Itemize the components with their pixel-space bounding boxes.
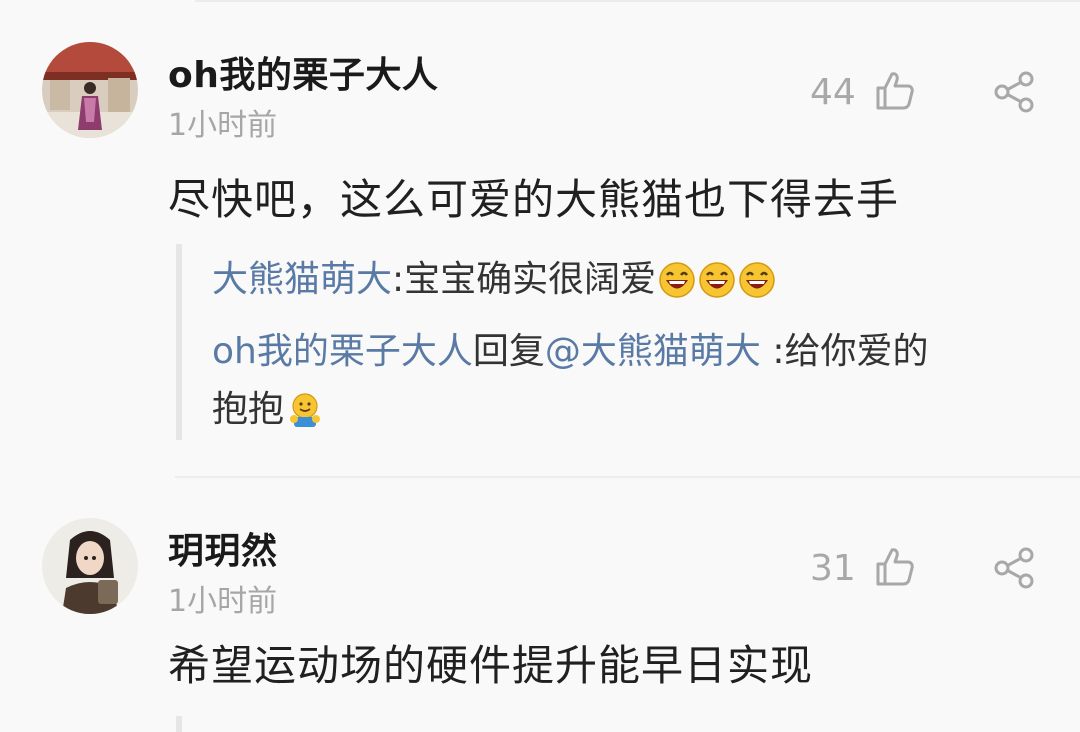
comment-item: oh我的栗子大人 1小时前 44 尽快吧，这么可爱的大熊猫也下得去手 大熊猫萌大… bbox=[0, 0, 1080, 478]
reply-item[interactable]: 大熊猫萌大:宝宝确实很阔爱 bbox=[212, 250, 776, 310]
reply-mention[interactable]: @大熊猫萌大 bbox=[545, 331, 761, 372]
like-count: 31 bbox=[810, 548, 856, 589]
comment-text: 尽快吧，这么可爱的大熊猫也下得去手 bbox=[168, 175, 900, 224]
comment-divider bbox=[175, 476, 1080, 478]
username[interactable]: oh我的栗子大人 bbox=[168, 46, 438, 98]
comment-text: 希望运动场的硬件提升能早日实现 bbox=[168, 641, 814, 690]
share-icon[interactable] bbox=[992, 70, 1036, 114]
like-count: 44 bbox=[810, 72, 856, 113]
reply-author[interactable]: 大熊猫萌大 bbox=[212, 259, 392, 300]
thumbs-up-icon[interactable] bbox=[872, 68, 916, 112]
reply-thread[interactable]: 大熊猫萌大:宝宝确实很阔爱 oh我的栗子大人回复@大熊猫萌大:给你爱的 抱抱 bbox=[176, 244, 1062, 440]
reply-text-continued: 抱抱 bbox=[212, 389, 285, 430]
thumbs-up-icon[interactable] bbox=[872, 544, 916, 588]
avatar-image bbox=[42, 42, 138, 138]
avatar[interactable] bbox=[42, 518, 138, 614]
laughing-emoji-icon bbox=[739, 262, 775, 298]
reply-text: :给你爱的 bbox=[760, 331, 929, 372]
timestamp: 1小时前 bbox=[168, 108, 278, 143]
avatar[interactable] bbox=[42, 42, 138, 138]
username[interactable]: 玥玥然 bbox=[168, 522, 278, 574]
timestamp: 1小时前 bbox=[168, 584, 278, 619]
avatar-image bbox=[42, 518, 138, 614]
reply-keyword: 回复 bbox=[472, 331, 545, 372]
laughing-emoji-icon bbox=[699, 262, 735, 298]
comment-item: 玥玥然 1小时前 31 希望运动场的硬件提升能早日实现 bbox=[0, 482, 1080, 732]
laughing-emoji-icon bbox=[659, 262, 695, 298]
reply-text: :宝宝确实很阔爱 bbox=[392, 259, 657, 300]
hug-emoji-icon bbox=[290, 393, 321, 427]
share-icon[interactable] bbox=[992, 546, 1036, 590]
reply-author[interactable]: oh我的栗子大人 bbox=[212, 331, 473, 372]
reply-item[interactable]: oh我的栗子大人回复@大熊猫萌大 :给你爱的 bbox=[212, 322, 928, 382]
reply-continuation: 抱抱 bbox=[212, 380, 324, 440]
